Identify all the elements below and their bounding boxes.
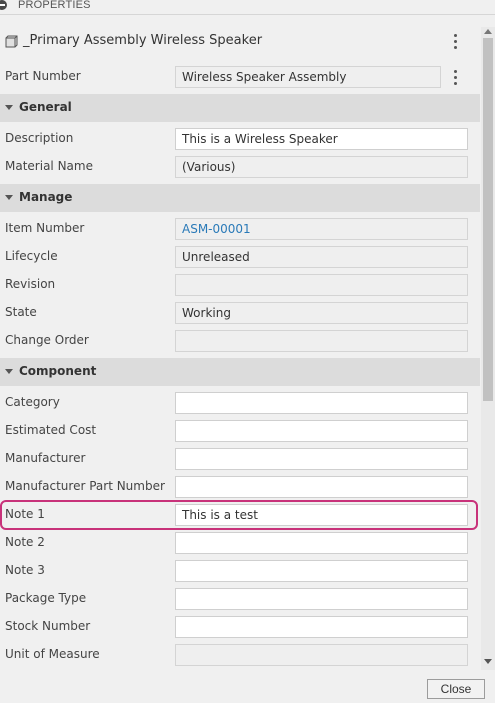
field-label: Stock Number xyxy=(5,619,91,633)
section-general[interactable]: General xyxy=(0,94,480,122)
note-2-row: Note 2 xyxy=(0,530,480,558)
field-label: Note 2 xyxy=(5,535,45,549)
item-number-link[interactable]: ASM-00001 xyxy=(175,218,468,240)
field-label: Lifecycle xyxy=(5,249,58,263)
category-row: Category xyxy=(0,390,480,418)
cube-icon xyxy=(5,35,18,51)
field-label: Item Number xyxy=(5,221,85,235)
scroll-down-arrow-icon[interactable] xyxy=(484,659,492,664)
triangle-down-icon xyxy=(5,369,13,374)
field-label: Package Type xyxy=(5,591,87,605)
unit-of-measure-field[interactable] xyxy=(175,644,468,666)
manufacturer-row: Manufacturer xyxy=(0,446,480,474)
estimated-cost-row: Estimated Cost xyxy=(0,418,480,446)
part-number-field[interactable]: Wireless Speaker Assembly xyxy=(175,66,441,88)
revision-row: Revision xyxy=(0,272,480,300)
package-type-row: Package Type xyxy=(0,586,480,614)
kebab-menu-icon[interactable] xyxy=(451,68,461,88)
field-label: Part Number xyxy=(5,69,81,83)
properties-list[interactable]: _Primary Assembly Wireless Speaker Part … xyxy=(0,27,480,670)
dialog-footer xyxy=(0,670,495,703)
lifecycle-row: Lifecycle Unreleased xyxy=(0,244,480,272)
field-label: Description xyxy=(5,131,74,145)
package-type-field[interactable] xyxy=(175,588,468,610)
category-field[interactable] xyxy=(175,392,468,414)
field-label: Estimated Cost xyxy=(5,423,97,437)
panel-header: PROPERTIES xyxy=(0,0,495,12)
revision-field[interactable] xyxy=(175,274,468,296)
assembly-row: _Primary Assembly Wireless Speaker xyxy=(0,27,480,57)
field-label: Category xyxy=(5,395,60,409)
scrollbar-thumb[interactable] xyxy=(483,38,493,401)
part-number-row: Part Number Wireless Speaker Assembly xyxy=(0,64,480,92)
change-order-field[interactable] xyxy=(175,330,468,352)
kebab-menu-icon[interactable] xyxy=(451,32,461,52)
section-label: Component xyxy=(19,364,97,378)
material-name-row: Material Name (Various) xyxy=(0,154,480,182)
highlight-outline xyxy=(0,500,478,530)
stock-number-field[interactable] xyxy=(175,616,468,638)
minus-circle-icon[interactable] xyxy=(0,0,7,10)
note-3-row: Note 3 xyxy=(0,558,480,586)
unit-of-measure-row: Unit of Measure xyxy=(0,642,480,670)
section-manage[interactable]: Manage xyxy=(0,184,480,212)
state-field[interactable]: Working xyxy=(175,302,468,324)
header-divider xyxy=(0,14,495,15)
field-label: State xyxy=(5,305,37,319)
note-2-field[interactable] xyxy=(175,532,468,554)
field-label: Note 3 xyxy=(5,563,45,577)
state-row: State Working xyxy=(0,300,480,328)
section-label: General xyxy=(19,100,72,114)
change-order-row: Change Order xyxy=(0,328,480,356)
estimated-cost-field[interactable] xyxy=(175,420,468,442)
close-button[interactable]: Close xyxy=(427,679,485,699)
triangle-down-icon xyxy=(5,105,13,110)
panel-title: PROPERTIES xyxy=(18,0,91,11)
field-label: Manufacturer xyxy=(5,451,86,465)
description-row: Description This is a Wireless Speaker xyxy=(0,126,480,154)
section-label: Manage xyxy=(19,190,73,204)
assembly-name: _Primary Assembly Wireless Speaker xyxy=(23,33,263,48)
section-component[interactable]: Component xyxy=(0,358,480,386)
manufacturer-part-number-field[interactable] xyxy=(175,476,468,498)
manufacturer-part-number-row: Manufacturer Part Number xyxy=(0,474,480,502)
manufacturer-field[interactable] xyxy=(175,448,468,470)
field-label: Material Name xyxy=(5,159,93,173)
material-name-field[interactable]: (Various) xyxy=(175,156,468,178)
note-3-field[interactable] xyxy=(175,560,468,582)
lifecycle-field[interactable]: Unreleased xyxy=(175,246,468,268)
stock-number-row: Stock Number xyxy=(0,614,480,642)
description-field[interactable]: This is a Wireless Speaker xyxy=(175,128,468,150)
triangle-down-icon xyxy=(5,195,13,200)
field-label: Change Order xyxy=(5,333,89,347)
field-label: Manufacturer Part Number xyxy=(5,479,165,493)
field-label: Revision xyxy=(5,277,56,291)
scroll-up-arrow-icon[interactable] xyxy=(484,29,492,34)
field-label: Unit of Measure xyxy=(5,647,100,661)
item-number-row: Item Number ASM-00001 xyxy=(0,216,480,244)
